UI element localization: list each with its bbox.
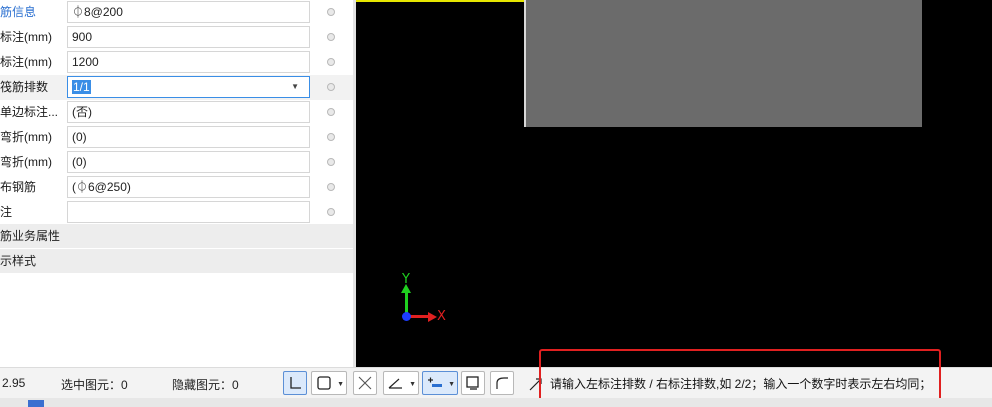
command-prompt-text: 请输入左标注排数 / 右标注排数,如 2/2；输入一个数字时表示左右均同；	[550, 377, 932, 391]
property-visibility-dot[interactable]	[327, 33, 335, 41]
property-visibility-dot[interactable]	[327, 58, 335, 66]
selected-count: 选中图元：0	[61, 378, 128, 392]
property-row-rebar-info[interactable]: 筋信息 ⏀8@200	[0, 0, 353, 25]
chevron-down-icon[interactable]: ▼	[291, 77, 299, 97]
origin-icon	[402, 312, 411, 321]
cross-icon	[358, 376, 372, 390]
dimension-icon	[428, 377, 442, 387]
angle-toggle[interactable]: ▼	[383, 371, 419, 395]
y-axis-label: Y	[402, 272, 410, 287]
property-visibility-dot[interactable]	[327, 83, 335, 91]
bottom-strip	[0, 398, 992, 407]
chevron-down-icon[interactable]: ▼	[448, 381, 455, 388]
chevron-down-icon[interactable]: ▼	[409, 381, 416, 388]
property-value-field[interactable]: 900	[67, 26, 310, 48]
hidden-count: 隐藏图元：0	[172, 378, 239, 392]
property-panel: 筋信息 ⏀8@200 标注(mm) 900 标注(mm) 1200 筏筋排数 1…	[0, 0, 353, 367]
property-row-left-dim[interactable]: 标注(mm) 900	[0, 25, 353, 50]
property-value-field[interactable]: (0)	[67, 151, 310, 173]
property-value-field[interactable]: (⏀6@250)	[67, 176, 310, 198]
dimension-toggle[interactable]: ▼	[422, 371, 458, 395]
snap-frame-icon	[317, 376, 331, 390]
angle-icon	[388, 378, 402, 389]
orthogonal-toggle[interactable]	[283, 371, 307, 395]
x-axis-arrow-icon	[428, 312, 437, 322]
selected-value-text: 1/1	[72, 80, 91, 94]
property-value-field[interactable]: ⏀8@200	[67, 1, 310, 23]
property-row-right-dim[interactable]: 标注(mm) 1200	[0, 50, 353, 75]
x-axis-label: X	[437, 309, 446, 324]
snap-toggle[interactable]: ▼	[311, 371, 347, 395]
drawing-canvas[interactable]: Y X	[356, 0, 992, 367]
property-value-field[interactable]: (否)	[67, 101, 310, 123]
property-row-note[interactable]: 注	[0, 200, 353, 225]
chevron-down-icon[interactable]: ▼	[337, 381, 344, 388]
property-name: 标注(mm)	[0, 55, 52, 69]
group-header-business[interactable]: 筋业务属性	[0, 224, 353, 248]
display-toggle[interactable]	[461, 371, 485, 395]
property-row-right-bend[interactable]: 弯折(mm) (0)	[0, 150, 353, 175]
property-row-dim-rows[interactable]: 筏筋排数 1/1 ▼	[0, 75, 353, 100]
taskbar-marker	[28, 400, 44, 407]
property-name: 注	[0, 205, 13, 219]
property-name: 布钢筋	[0, 180, 37, 194]
property-name: 弯折(mm)	[0, 130, 52, 144]
property-row-single-side[interactable]: 单边标注... (否)	[0, 100, 353, 125]
monitor-icon	[466, 376, 479, 390]
property-visibility-dot[interactable]	[327, 158, 335, 166]
property-value-field[interactable]: (0)	[67, 126, 310, 148]
arc-toggle[interactable]	[490, 371, 514, 395]
property-visibility-dot[interactable]	[327, 133, 335, 141]
property-name: 筏筋排数	[0, 80, 49, 94]
slab-shape[interactable]	[524, 0, 922, 127]
coordinate-readout: 2.95	[2, 376, 26, 390]
property-name: 筋信息	[0, 5, 37, 19]
ortho-icon	[290, 377, 301, 389]
property-name: 标注(mm)	[0, 30, 52, 44]
property-visibility-dot[interactable]	[327, 208, 335, 216]
property-value-field[interactable]	[67, 201, 310, 223]
group-header-display-style[interactable]: 示样式	[0, 249, 353, 273]
cross-toggle[interactable]	[353, 371, 377, 395]
property-name: 单边标注...	[0, 105, 59, 119]
property-row-left-bend[interactable]: 弯折(mm) (0)	[0, 125, 353, 150]
property-visibility-dot[interactable]	[327, 108, 335, 116]
property-name: 弯折(mm)	[0, 155, 52, 169]
property-visibility-dot[interactable]	[327, 8, 335, 16]
property-value-field[interactable]: 1200	[67, 51, 310, 73]
property-row-dist-rebar[interactable]: 布钢筋 (⏀6@250)	[0, 175, 353, 200]
property-value-dropdown[interactable]: 1/1 ▼	[67, 76, 310, 98]
property-visibility-dot[interactable]	[327, 183, 335, 191]
arc-icon	[496, 377, 508, 389]
